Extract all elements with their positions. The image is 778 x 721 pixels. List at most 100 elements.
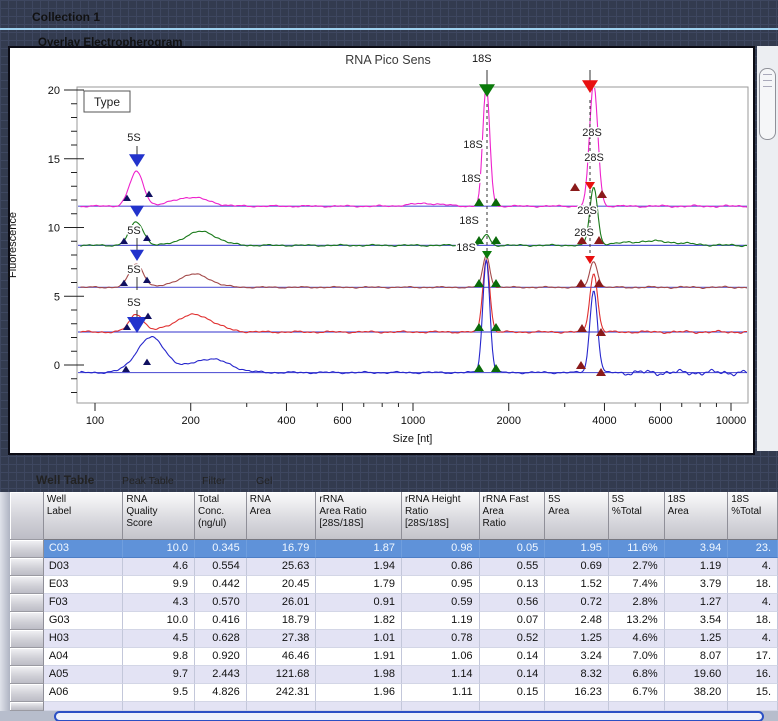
table-cell[interactable]: 0.95 bbox=[401, 576, 480, 594]
table-row[interactable]: H03 4.5 0.628 27.38 1.01 0.78 0.52 1.25 4.6% 1.25… bbox=[10, 630, 778, 648]
table-cell[interactable]: D03 bbox=[43, 558, 124, 576]
table-cell[interactable]: 46.46 bbox=[246, 648, 317, 666]
row-selector-button[interactable] bbox=[10, 666, 44, 684]
table-cell[interactable]: 4. bbox=[728, 630, 778, 648]
table-cell[interactable]: 1.14 bbox=[401, 666, 480, 684]
row-selector-button[interactable] bbox=[10, 702, 44, 711]
table-cell[interactable]: 4. bbox=[728, 594, 778, 612]
table-cell[interactable]: 18.79 bbox=[246, 612, 317, 630]
table-cell[interactable]: 25.63 bbox=[246, 558, 317, 576]
table-cell[interactable]: 11.6% bbox=[608, 540, 665, 558]
table-cell[interactable]: 0.55 bbox=[479, 558, 546, 576]
table-cell[interactable]: 8.07 bbox=[664, 648, 729, 666]
table-cell[interactable]: 0.570 bbox=[195, 594, 247, 612]
tab-peak-table[interactable]: Peak Table bbox=[106, 470, 186, 492]
table-cell[interactable]: A06 bbox=[43, 684, 124, 702]
table-cell[interactable]: 38.20 bbox=[664, 684, 729, 702]
table-cell[interactable]: 26.01 bbox=[246, 594, 317, 612]
table-cell[interactable]: 6.8% bbox=[608, 666, 665, 684]
row-selector-button[interactable] bbox=[10, 594, 44, 612]
table-cell[interactable]: 0.416 bbox=[195, 612, 247, 630]
table-cell[interactable]: A04 bbox=[43, 648, 124, 666]
table-row[interactable]: F03 4.3 0.570 26.01 0.91 0.59 0.56 0.72 2.8% 1.27… bbox=[10, 594, 778, 612]
table-cell[interactable]: 23. bbox=[728, 540, 778, 558]
table-cell[interactable]: 1.27 bbox=[664, 594, 729, 612]
chart-scroll-control[interactable] bbox=[759, 68, 776, 140]
table-cell[interactable]: 121.68 bbox=[246, 666, 317, 684]
table-cell[interactable]: 6.7% bbox=[608, 684, 665, 702]
table-cell[interactable]: 7.4% bbox=[608, 576, 665, 594]
table-cell[interactable]: 0.05 bbox=[479, 540, 546, 558]
table-cell[interactable]: 27.38 bbox=[246, 630, 317, 648]
table-cell[interactable]: 17. bbox=[728, 648, 778, 666]
row-selector-button[interactable] bbox=[10, 630, 44, 648]
table-cell[interactable]: 0.69 bbox=[545, 558, 609, 576]
table-cell[interactable]: 1.52 bbox=[545, 576, 609, 594]
tab-well-table[interactable]: Well Table bbox=[20, 468, 106, 492]
table-cell[interactable]: 1.94 bbox=[316, 558, 402, 576]
table-cell[interactable]: A05 bbox=[43, 666, 124, 684]
table-cell[interactable]: 2.7% bbox=[608, 558, 665, 576]
table-row[interactable]: A05 9.7 2.443 121.68 1.98 1.14 0.14 8.32 6.8% 19.… bbox=[10, 666, 778, 684]
table-cell[interactable]: 0.86 bbox=[401, 558, 480, 576]
table-row[interactable]: G03 10.0 0.416 18.79 1.82 1.19 0.07 2.48 13.2% 3.… bbox=[10, 612, 778, 630]
table-cell[interactable]: 242.31 bbox=[246, 684, 317, 702]
table-cell[interactable]: 0.554 bbox=[195, 558, 247, 576]
table-row[interactable]: C03 10.0 0.345 16.79 1.87 0.98 0.05 1.95 11.6% 3.… bbox=[10, 540, 778, 558]
table-corner-cell[interactable] bbox=[10, 492, 44, 540]
table-row[interactable]: D03 4.6 0.554 25.63 1.94 0.86 0.55 0.69 2.7% 1.19… bbox=[10, 558, 778, 576]
table-cell[interactable]: 1.79 bbox=[316, 576, 402, 594]
table-cell[interactable]: 16.23 bbox=[545, 684, 609, 702]
table-cell[interactable]: 9.8 bbox=[123, 648, 196, 666]
table-cell[interactable]: 0.72 bbox=[545, 594, 609, 612]
table-cell[interactable]: 1.98 bbox=[316, 666, 402, 684]
table-cell[interactable]: 18. bbox=[728, 612, 778, 630]
row-selector-button[interactable] bbox=[10, 684, 44, 702]
table-cell[interactable]: 0.07 bbox=[479, 612, 546, 630]
table-cell[interactable]: 1.19 bbox=[401, 612, 480, 630]
table-cell[interactable]: 0.920 bbox=[195, 648, 247, 666]
table-cell[interactable]: 4.6 bbox=[123, 558, 196, 576]
column-header[interactable]: 5S %Total bbox=[608, 492, 665, 540]
table-cell[interactable]: C03 bbox=[43, 540, 124, 558]
table-cell[interactable]: 0.14 bbox=[479, 666, 546, 684]
table-cell[interactable]: 1.25 bbox=[664, 630, 729, 648]
table-cell[interactable]: 2.48 bbox=[545, 612, 609, 630]
row-selector-button[interactable] bbox=[10, 648, 44, 666]
table-cell[interactable]: 1.96 bbox=[316, 684, 402, 702]
table-cell[interactable]: 16. bbox=[728, 666, 778, 684]
table-cell[interactable]: 1.06 bbox=[401, 648, 480, 666]
table-cell[interactable]: 2.8% bbox=[608, 594, 665, 612]
column-header[interactable]: 18S %Total bbox=[728, 492, 778, 540]
column-header[interactable]: Well Label bbox=[43, 492, 124, 540]
column-header[interactable]: Total Conc. (ng/ul) bbox=[195, 492, 247, 540]
table-cell[interactable]: 19.60 bbox=[664, 666, 729, 684]
table-cell[interactable]: 10.0 bbox=[123, 540, 196, 558]
row-selector-button[interactable] bbox=[10, 540, 44, 558]
table-cell[interactable]: 1.11 bbox=[401, 684, 480, 702]
table-cell[interactable]: 0.98 bbox=[401, 540, 480, 558]
table-cell[interactable]: 13.2% bbox=[608, 612, 665, 630]
table-cell[interactable]: 1.25 bbox=[545, 630, 609, 648]
table-cell[interactable]: 0.628 bbox=[195, 630, 247, 648]
table-cell[interactable]: F03 bbox=[43, 594, 124, 612]
column-header[interactable]: rRNA Area Ratio [28S/18S] bbox=[316, 492, 402, 540]
table-cell[interactable]: 4.3 bbox=[123, 594, 196, 612]
table-cell[interactable]: 3.79 bbox=[664, 576, 729, 594]
table-cell[interactable]: 1.91 bbox=[316, 648, 402, 666]
table-cell[interactable]: 0.14 bbox=[479, 648, 546, 666]
table-cell[interactable]: 0.78 bbox=[401, 630, 480, 648]
table-cell[interactable]: 3.24 bbox=[545, 648, 609, 666]
table-cell[interactable]: 1.95 bbox=[545, 540, 609, 558]
table-cell[interactable]: E03 bbox=[43, 576, 124, 594]
table-cell[interactable]: 0.91 bbox=[316, 594, 402, 612]
column-header[interactable]: rRNA Fast Area Ratio bbox=[479, 492, 546, 540]
table-cell[interactable]: 9.7 bbox=[123, 666, 196, 684]
table-cell[interactable]: 1.82 bbox=[316, 612, 402, 630]
column-header[interactable]: RNA Quality Score bbox=[123, 492, 196, 540]
table-cell[interactable]: 3.94 bbox=[664, 540, 729, 558]
column-header[interactable]: 5S Area bbox=[545, 492, 609, 540]
table-cell[interactable]: 8.32 bbox=[545, 666, 609, 684]
table-cell[interactable]: 0.345 bbox=[195, 540, 247, 558]
horizontal-scrollbar-thumb[interactable] bbox=[54, 711, 764, 721]
